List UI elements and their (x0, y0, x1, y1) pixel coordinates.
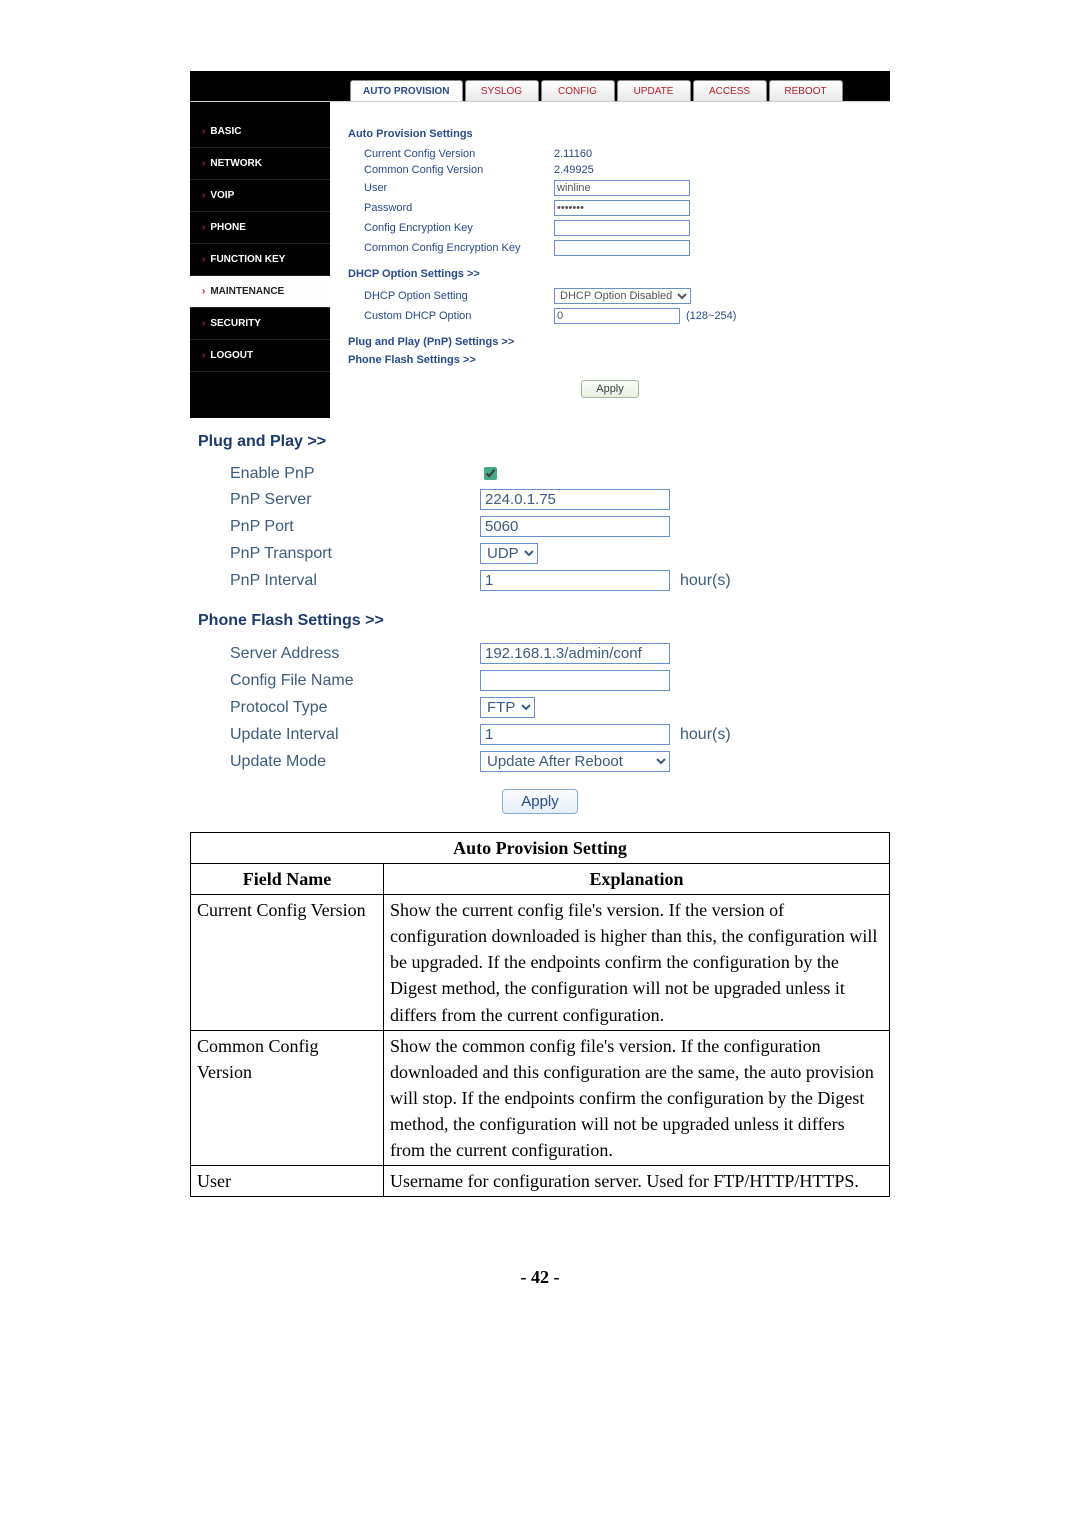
pnp-section-collapsed[interactable]: Plug and Play (PnP) Settings >> (348, 336, 872, 348)
chevron-icon: › (202, 222, 205, 233)
pnp-section-title[interactable]: Plug and Play >> (198, 433, 890, 451)
pnp-server-label: PnP Server (230, 491, 480, 509)
sidebar-maintenance[interactable]: ›MAINTENANCE (190, 276, 330, 308)
pnp-server-input[interactable] (480, 489, 670, 510)
pnp-port-label: PnP Port (230, 518, 480, 536)
current-config-version-value: 2.11160 (554, 148, 592, 160)
table-explanation: Username for configuration server. Used … (384, 1166, 890, 1197)
user-label: User (364, 182, 554, 194)
apply-button-2[interactable]: Apply (502, 789, 578, 814)
update-interval-unit: hour(s) (680, 726, 731, 744)
chevron-icon: › (202, 126, 205, 137)
sidebar: ›BASIC ›NETWORK ›VOIP ›PHONE ›FUNCTION K… (190, 102, 330, 418)
table-title: Auto Provision Setting (191, 833, 890, 864)
common-config-version-label: Common Config Version (364, 164, 554, 176)
table-field: User (191, 1166, 384, 1197)
field-header: Field Name (191, 864, 384, 895)
content-panel: Auto Provision Settings Current Config V… (330, 102, 890, 418)
update-mode-label: Update Mode (230, 753, 480, 771)
chevron-icon: › (202, 286, 205, 297)
sidebar-basic[interactable]: ›BASIC (190, 116, 330, 148)
explanation-header: Explanation (384, 864, 890, 895)
enable-pnp-checkbox[interactable] (484, 467, 497, 480)
update-interval-input[interactable] (480, 724, 670, 745)
common-config-version-value: 2.49925 (554, 164, 594, 176)
pnp-interval-unit: hour(s) (680, 572, 731, 590)
chevron-icon: › (202, 318, 205, 329)
auto-provision-section-title: Auto Provision Settings (348, 128, 872, 140)
table-row: User Username for configuration server. … (191, 1166, 890, 1197)
table-explanation: Show the common config file's version. I… (384, 1030, 890, 1165)
update-interval-label: Update Interval (230, 726, 480, 744)
dhcp-option-setting-label: DHCP Option Setting (364, 290, 554, 302)
password-label: Password (364, 202, 554, 214)
enable-pnp-label: Enable PnP (230, 465, 480, 483)
sidebar-voip[interactable]: ›VOIP (190, 180, 330, 212)
config-file-name-label: Config File Name (230, 672, 480, 690)
tab-reboot[interactable]: REBOOT (769, 80, 843, 101)
pnp-interval-input[interactable] (480, 570, 670, 591)
password-input[interactable] (554, 200, 690, 216)
protocol-type-label: Protocol Type (230, 699, 480, 717)
server-address-input[interactable] (480, 643, 670, 664)
chevron-icon: › (202, 350, 205, 361)
common-config-enc-key-input[interactable] (554, 240, 690, 256)
flash-section-collapsed[interactable]: Phone Flash Settings >> (348, 354, 872, 366)
pnp-transport-label: PnP Transport (230, 545, 480, 563)
chevron-icon: › (202, 190, 205, 201)
update-mode-select[interactable]: Update After Reboot (480, 751, 670, 772)
page-number: - 42 - (0, 1267, 1080, 1288)
apply-button[interactable]: Apply (581, 380, 639, 398)
table-field: Current Config Version (191, 895, 384, 1030)
tab-access[interactable]: ACCESS (693, 80, 767, 101)
chevron-icon: › (202, 158, 205, 169)
sidebar-phone[interactable]: ›PHONE (190, 212, 330, 244)
tab-config[interactable]: CONFIG (541, 80, 615, 101)
pnp-transport-select[interactable]: UDP (480, 543, 538, 564)
flash-section-title[interactable]: Phone Flash Settings >> (198, 612, 890, 630)
sidebar-security[interactable]: ›SECURITY (190, 308, 330, 340)
tab-auto-provision[interactable]: AUTO PROVISION (350, 80, 463, 101)
table-field: Common Config Version (191, 1030, 384, 1165)
config-file-name-input[interactable] (480, 670, 670, 691)
settings-detail-screenshot: Plug and Play >> Enable PnP PnP Server P… (190, 433, 890, 814)
custom-dhcp-option-input[interactable] (554, 308, 680, 324)
tab-syslog[interactable]: SYSLOG (465, 80, 539, 101)
table-row: Current Config Version Show the current … (191, 895, 890, 1030)
dhcp-option-setting-select[interactable]: DHCP Option Disabled (554, 288, 691, 304)
chevron-icon: › (202, 254, 205, 265)
maintenance-screenshot: AUTO PROVISION SYSLOG CONFIG UPDATE ACCE… (189, 70, 891, 419)
user-input[interactable] (554, 180, 690, 196)
sidebar-function-key[interactable]: ›FUNCTION KEY (190, 244, 330, 276)
pnp-port-input[interactable] (480, 516, 670, 537)
sidebar-network[interactable]: ›NETWORK (190, 148, 330, 180)
config-enc-key-input[interactable] (554, 220, 690, 236)
custom-dhcp-option-label: Custom DHCP Option (364, 310, 554, 322)
server-address-label: Server Address (230, 645, 480, 663)
custom-dhcp-option-range: (128~254) (686, 310, 736, 322)
tab-update[interactable]: UPDATE (617, 80, 691, 101)
explanation-table: Auto Provision Setting Field Name Explan… (190, 832, 890, 1197)
dhcp-option-section-title[interactable]: DHCP Option Settings >> (348, 268, 872, 280)
sidebar-logout[interactable]: ›LOGOUT (190, 340, 330, 372)
pnp-interval-label: PnP Interval (230, 572, 480, 590)
common-config-enc-key-label: Common Config Encryption Key (364, 242, 554, 254)
config-enc-key-label: Config Encryption Key (364, 222, 554, 234)
table-row: Common Config Version Show the common co… (191, 1030, 890, 1165)
table-explanation: Show the current config file's version. … (384, 895, 890, 1030)
current-config-version-label: Current Config Version (364, 148, 554, 160)
top-tab-bar: AUTO PROVISION SYSLOG CONFIG UPDATE ACCE… (190, 71, 890, 101)
protocol-type-select[interactable]: FTP (480, 697, 535, 718)
